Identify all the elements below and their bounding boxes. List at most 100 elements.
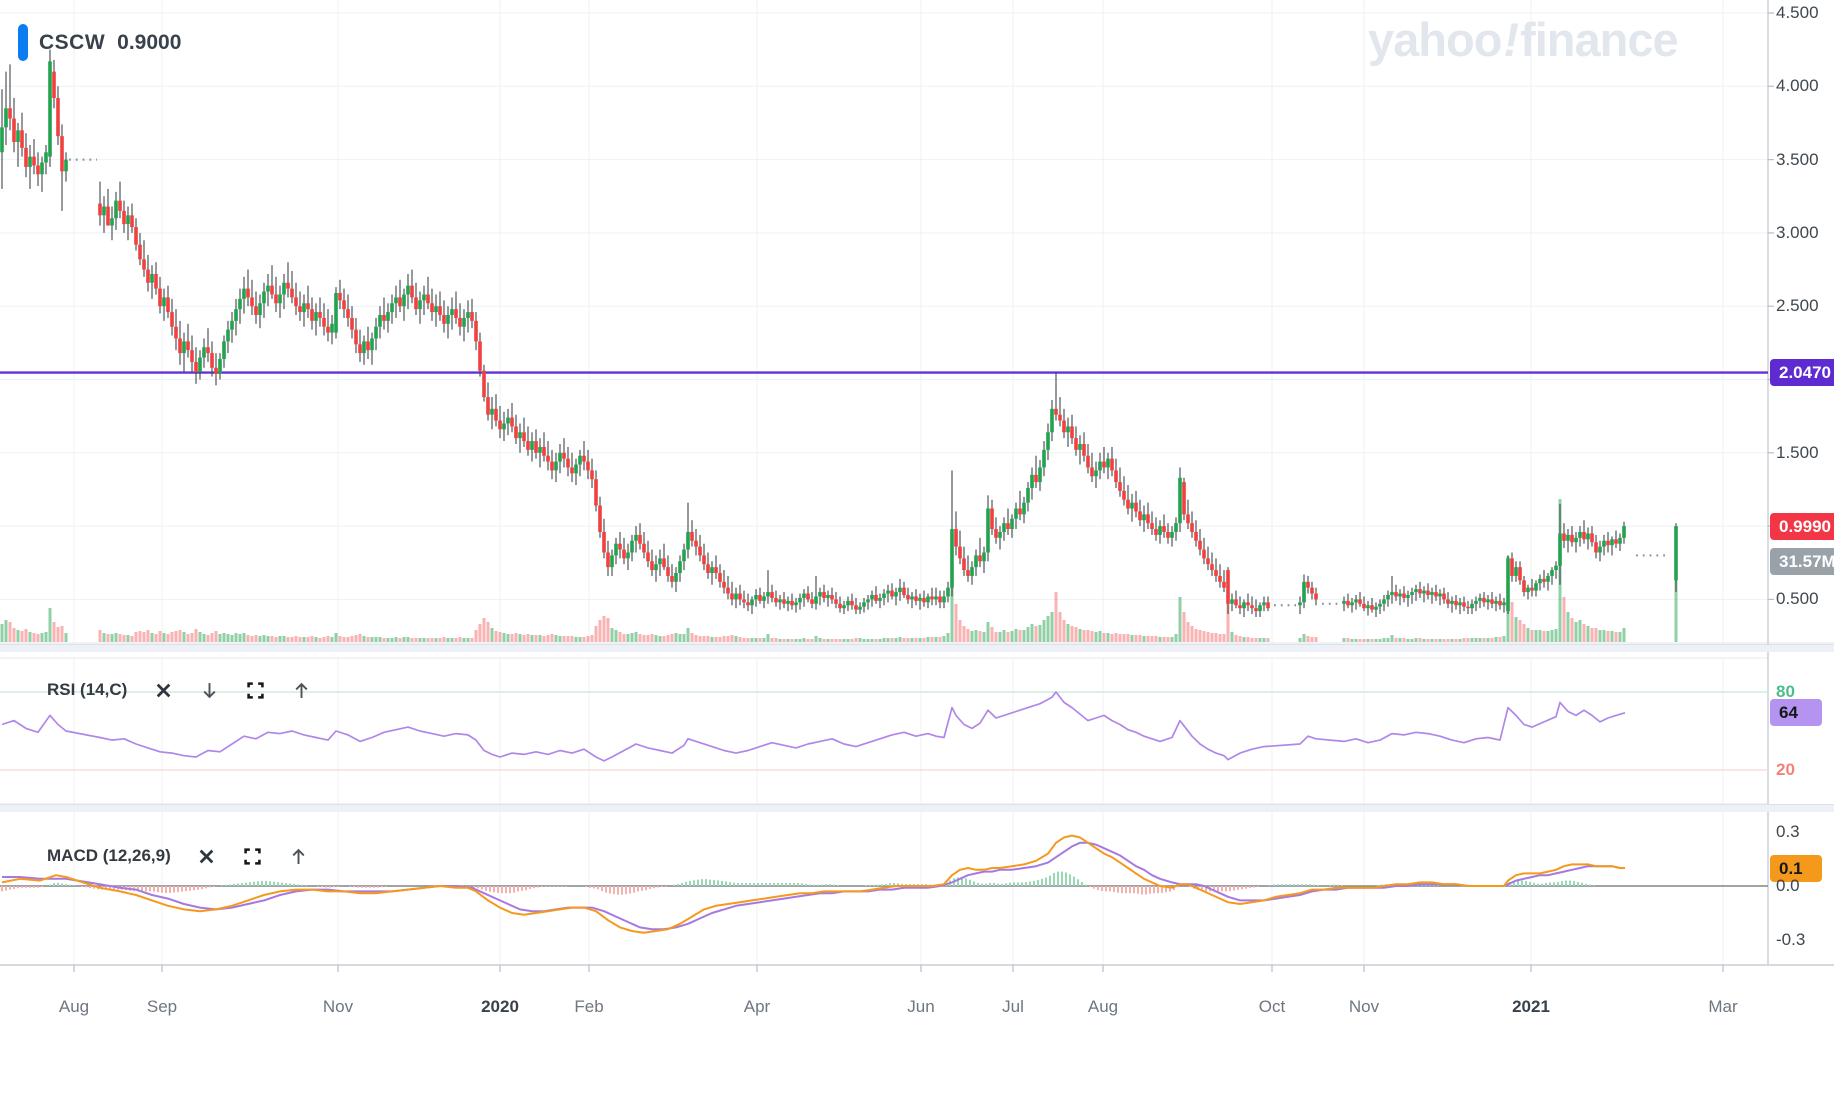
macd-histogram-bar (1329, 885, 1331, 886)
volume-bar (386, 638, 390, 642)
volume-bar (758, 638, 762, 642)
volume-bar (1030, 624, 1034, 642)
macd-histogram-bar (1085, 884, 1087, 886)
macd-histogram-bar (989, 882, 991, 886)
volume-bar (682, 634, 686, 642)
volume-bar (790, 639, 794, 642)
candle-body (486, 397, 490, 415)
macd-histogram-bar (869, 884, 871, 886)
macd-histogram-bar (1157, 886, 1159, 894)
volume-bar (690, 633, 694, 642)
move-up-icon[interactable] (289, 846, 309, 866)
candle-body (1358, 599, 1362, 604)
candle-body (1530, 587, 1534, 591)
macd-histogram-bar (229, 884, 231, 886)
candle-body (1378, 603, 1382, 607)
macd-histogram-bar (1141, 886, 1143, 895)
candle-body (914, 596, 918, 601)
macd-histogram-bar (1293, 884, 1295, 886)
volume-bar (506, 634, 510, 642)
macd-histogram-bar (1585, 883, 1587, 886)
volume-bar (814, 636, 818, 642)
volume-bar (1234, 635, 1238, 642)
candle-body (238, 298, 242, 310)
volume-bar (1198, 630, 1202, 642)
volume-bar (426, 638, 430, 642)
panel-separator[interactable] (0, 804, 1834, 812)
macd-histogram-bar (1125, 886, 1127, 894)
macd-histogram-bar (269, 881, 271, 886)
volume-bar (310, 636, 314, 642)
volume-bar (458, 637, 462, 642)
volume-bar (662, 636, 666, 642)
candle-body (818, 592, 822, 597)
volume-bar (462, 638, 466, 642)
volume-bar (286, 637, 290, 642)
volume-bar (1550, 630, 1554, 642)
macd-histogram-bar (505, 886, 507, 894)
macd-histogram-bar (865, 885, 867, 886)
volume-bar (546, 635, 550, 642)
macd-histogram-bar (749, 883, 751, 886)
volume-bar (746, 638, 750, 642)
candle-body (1550, 570, 1554, 576)
macd-histogram-bar (1573, 881, 1575, 886)
candle-body (1138, 511, 1142, 521)
maximize-icon[interactable] (245, 680, 265, 700)
volume-bar (478, 624, 482, 642)
maximize-icon[interactable] (243, 846, 263, 866)
macd-histogram-bar (1145, 886, 1147, 895)
volume-bar (802, 638, 806, 642)
candle-body (1498, 600, 1502, 606)
candle-body (1614, 539, 1618, 544)
candle-body (474, 320, 478, 342)
volume-bar (398, 638, 402, 642)
volume-bar (326, 636, 330, 642)
macd-histogram-bar (1137, 886, 1139, 894)
volume-bar (230, 635, 234, 642)
volume-bar (518, 634, 522, 642)
candle-body (1406, 595, 1410, 598)
candle-body (298, 306, 302, 313)
chart-canvas[interactable] (0, 0, 1834, 1101)
volume-bar (270, 636, 274, 642)
volume-bar (210, 633, 214, 642)
volume-bar (1354, 639, 1358, 642)
macd-histogram-bar (525, 886, 527, 891)
macd-histogram-bar (1545, 882, 1547, 886)
macd-histogram-bar (257, 881, 259, 886)
candle-body (1522, 580, 1526, 593)
symbol-legend[interactable]: CSCW 0.9000 (18, 24, 181, 61)
move-down-icon[interactable] (199, 680, 219, 700)
volume-bar (1142, 636, 1146, 642)
macd-histogram-bar (529, 886, 531, 889)
macd-histogram-bar (1037, 880, 1039, 886)
volume-bar (186, 634, 190, 642)
close-icon[interactable] (197, 846, 217, 866)
candle-body (506, 417, 510, 424)
volume-bar (174, 631, 178, 642)
move-up-icon[interactable] (291, 680, 311, 700)
macd-histogram-bar (605, 886, 607, 893)
candle-body (806, 593, 810, 600)
candle-body (602, 531, 606, 553)
volume-bar (842, 639, 846, 642)
macd-histogram-bar (233, 883, 235, 886)
volume-bar (1526, 628, 1530, 642)
volume-bar (378, 637, 382, 642)
candle-body (782, 599, 786, 604)
candle-body (1470, 603, 1474, 609)
panel-separator[interactable] (0, 644, 1834, 652)
volume-bar (162, 633, 166, 642)
candle-body (526, 441, 530, 450)
candle-body (362, 341, 366, 354)
volume-bar (1482, 638, 1486, 642)
candle-body (274, 294, 278, 304)
candle-body (1366, 605, 1370, 609)
volume-bar (1314, 637, 1318, 642)
close-icon[interactable] (153, 680, 173, 700)
macd-histogram-bar (61, 883, 63, 886)
volume-bar (890, 638, 894, 642)
volume-bar (490, 628, 494, 642)
candle-body (786, 600, 790, 604)
